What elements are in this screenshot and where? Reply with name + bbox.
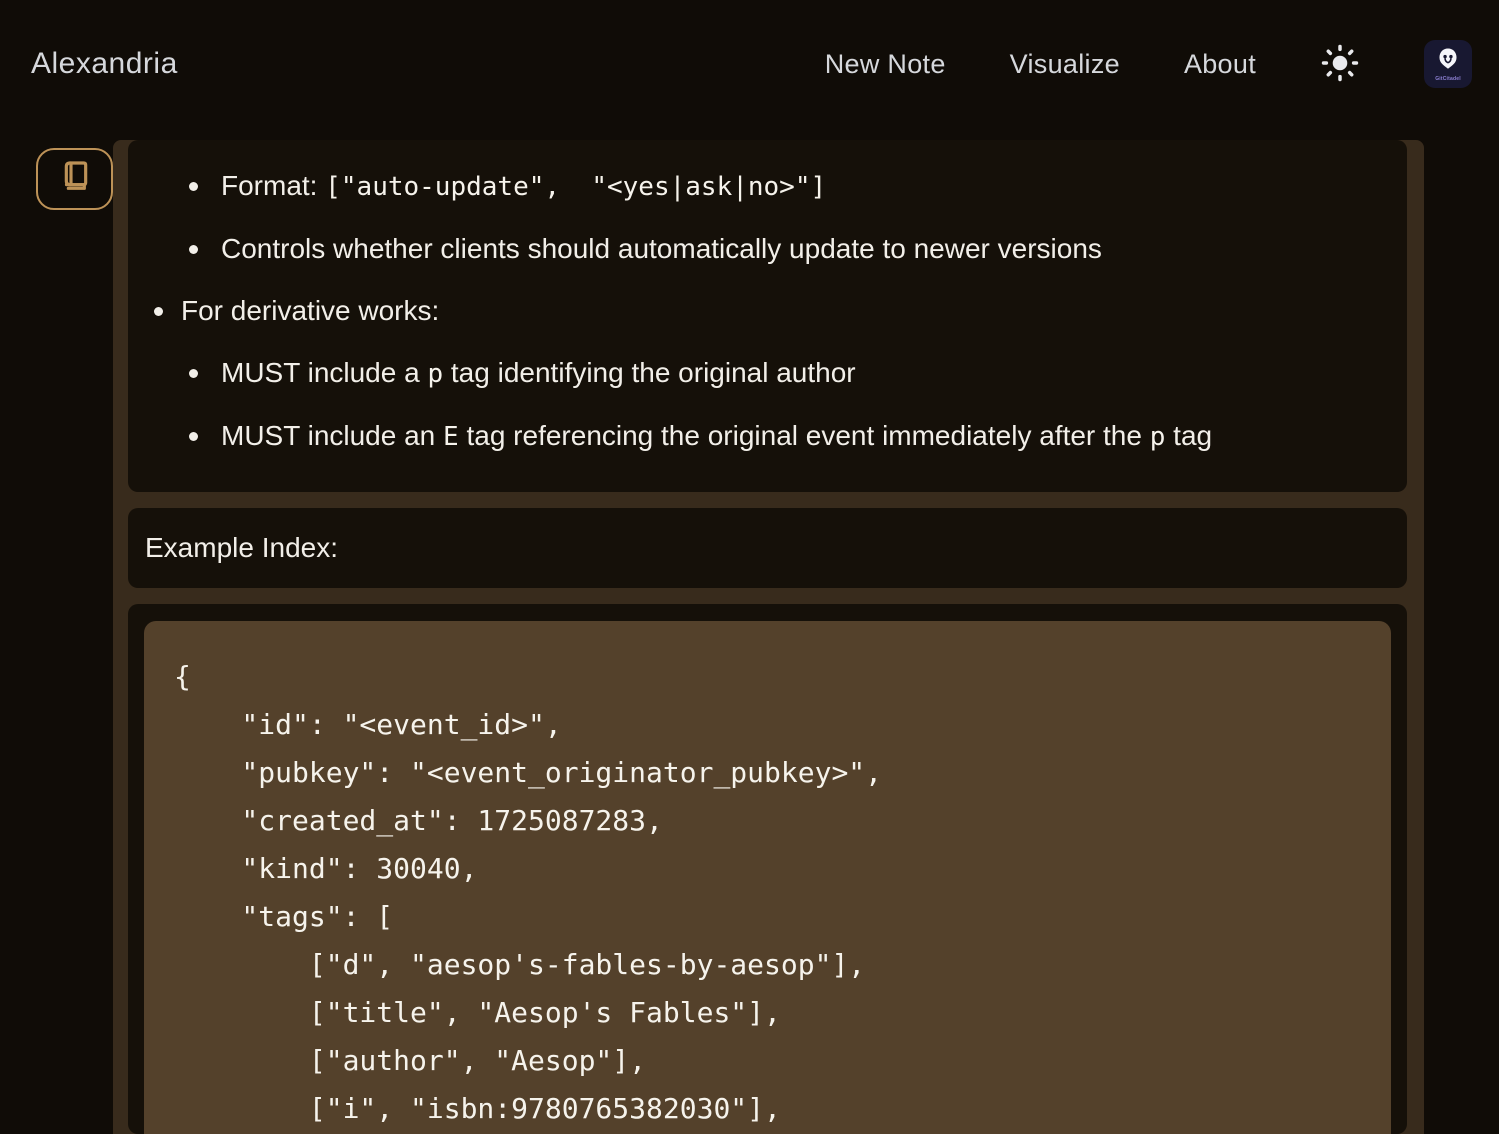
json-code-block: { "id": "<event_id>", "pubkey": "<event_… [144, 621, 1391, 1134]
sun-icon [1321, 44, 1359, 85]
nav-visualize[interactable]: Visualize [1010, 49, 1120, 80]
list-item-text: Format: ["auto-update", "<yes|ask|no>"] [221, 169, 826, 204]
toc-book-toggle-button[interactable] [36, 148, 113, 210]
spec-rules-section: Format: ["auto-update", "<yes|ask|no>"] … [128, 140, 1407, 492]
list-item: MUST include an E tag referencing the or… [128, 419, 1387, 454]
top-nav-bar: Alexandria New Note Visualize About [0, 0, 1499, 128]
nav-links: New Note Visualize About [825, 40, 1472, 88]
code-line: "created_at": 1725087283, [174, 797, 1361, 845]
list-item-text: For derivative works: [181, 294, 439, 328]
bullet-dot [154, 307, 163, 316]
example-index-label: Example Index: [145, 532, 338, 564]
bullet-dot [189, 369, 198, 378]
document-panel: Format: ["auto-update", "<yes|ask|no>"] … [113, 140, 1424, 1134]
gitcitadel-logo-icon [1435, 46, 1461, 75]
inline-code: p [427, 359, 443, 389]
list-item-text: MUST include an E tag referencing the or… [221, 419, 1212, 454]
list-item: For derivative works: [128, 294, 1387, 328]
nav-about[interactable]: About [1184, 49, 1256, 80]
code-line: "id": "<event_id>", [174, 701, 1361, 749]
code-line: "pubkey": "<event_originator_pubkey>", [174, 749, 1361, 797]
example-code-section: { "id": "<event_id>", "pubkey": "<event_… [128, 604, 1407, 1134]
list-item-text: MUST include a p tag identifying the ori… [221, 356, 856, 391]
code-line: ["i", "isbn:9780765382030"], [174, 1085, 1361, 1133]
bullet-dot [189, 245, 198, 254]
theme-toggle-button[interactable] [1320, 44, 1360, 84]
inline-code: p [1150, 422, 1166, 452]
bullet-dot [189, 432, 198, 441]
book-icon [55, 158, 95, 201]
code-line: "kind": 30040, [174, 845, 1361, 893]
example-index-section: Example Index: [128, 508, 1407, 588]
list-item-text: Controls whether clients should automati… [221, 232, 1102, 266]
inline-code: ["auto-update", "<yes|ask|no>"] [325, 172, 826, 202]
list-item: MUST include a p tag identifying the ori… [128, 356, 1387, 391]
nav-new-note[interactable]: New Note [825, 49, 946, 80]
inline-code: E [443, 422, 459, 452]
list-item: Controls whether clients should automati… [128, 232, 1387, 266]
app-title: Alexandria [31, 47, 178, 81]
code-line: ["d", "aesop's-fables-by-aesop"], [174, 941, 1361, 989]
code-line: { [174, 653, 1361, 701]
avatar-caption: GitCitadel [1435, 76, 1461, 82]
code-line: ["author", "Aesop"], [174, 1037, 1361, 1085]
code-line: ["title", "Aesop's Fables"], [174, 989, 1361, 1037]
list-item: Format: ["auto-update", "<yes|ask|no>"] [128, 169, 1387, 204]
bullet-dot [189, 182, 198, 191]
code-line: "tags": [ [174, 893, 1361, 941]
profile-avatar[interactable]: GitCitadel [1424, 40, 1472, 88]
